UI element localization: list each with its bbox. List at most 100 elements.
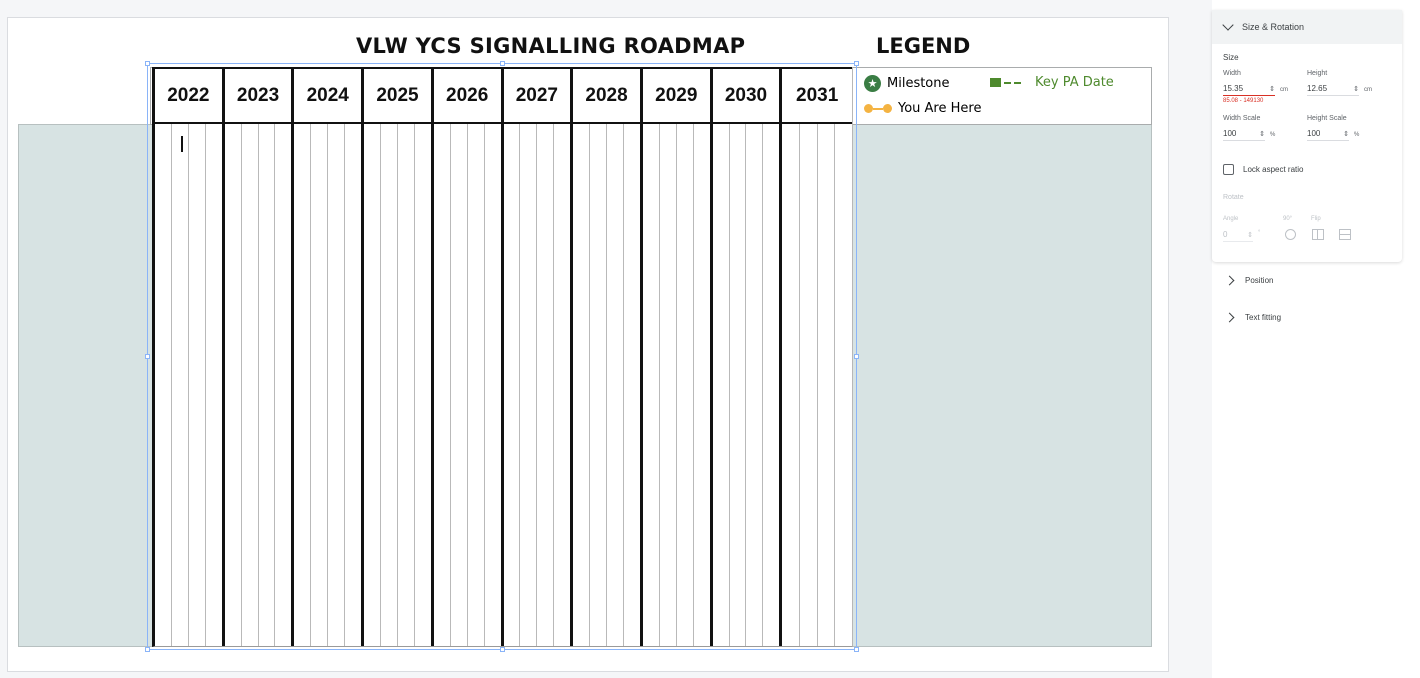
- legend-key-pa-date-label: Key PA Date: [1035, 75, 1114, 90]
- lock-aspect-ratio-checkbox[interactable]: [1223, 164, 1234, 175]
- quarter-cell[interactable]: [660, 124, 677, 646]
- quarter-cell[interactable]: [818, 124, 836, 646]
- year-header-2025[interactable]: 2025: [364, 69, 434, 122]
- height-label: Height: [1307, 70, 1328, 77]
- quarter-cell[interactable]: [694, 124, 710, 646]
- year-column[interactable]: [573, 124, 643, 646]
- chevron-down-icon: [1222, 19, 1234, 31]
- legend-item-milestone: ★ Milestone: [864, 75, 950, 92]
- quarter-cell[interactable]: [677, 124, 694, 646]
- year-header-2027[interactable]: 2027: [504, 69, 574, 122]
- year-header-2030[interactable]: 2030: [713, 69, 783, 122]
- milestone-star-icon: ★: [864, 75, 881, 92]
- year-column[interactable]: [434, 124, 504, 646]
- quarter-cell[interactable]: [485, 124, 501, 646]
- quarter-cell[interactable]: [242, 124, 259, 646]
- quarter-cell[interactable]: [189, 124, 206, 646]
- quarter-cell[interactable]: [345, 124, 361, 646]
- quarter-cell[interactable]: [800, 124, 818, 646]
- quarter-cell[interactable]: [468, 124, 485, 646]
- quarter-cell[interactable]: [573, 124, 591, 646]
- quarter-cell[interactable]: [206, 124, 222, 646]
- width-scale-input[interactable]: 100 ⇕: [1223, 127, 1265, 141]
- size-rotation-section: Size & Rotation Size Width Height 15.35 …: [1212, 10, 1402, 262]
- height-input[interactable]: 12.65 ⇕: [1307, 82, 1359, 96]
- quarter-cell[interactable]: [328, 124, 346, 646]
- size-rotation-header[interactable]: Size & Rotation: [1212, 10, 1402, 44]
- year-column[interactable]: [643, 124, 713, 646]
- flip-horizontal-icon[interactable]: [1312, 229, 1324, 240]
- quarter-cell[interactable]: [713, 124, 730, 646]
- angle-input[interactable]: 0 ⇕: [1223, 228, 1253, 242]
- year-header-2028[interactable]: 2028: [573, 69, 643, 122]
- legend-item-you-are-here: You Are Here: [864, 101, 981, 116]
- quarter-cell[interactable]: [364, 124, 382, 646]
- quarter-cell[interactable]: [730, 124, 747, 646]
- quarter-cell[interactable]: [746, 124, 764, 646]
- page-title: VLW YCS SIGNALLING ROADMAP: [356, 34, 746, 58]
- quarter-cell[interactable]: [643, 124, 660, 646]
- quarter-cell[interactable]: [763, 124, 779, 646]
- width-input[interactable]: 15.35 ⇕: [1223, 82, 1275, 96]
- year-column[interactable]: [713, 124, 783, 646]
- quarter-cell[interactable]: [537, 124, 555, 646]
- width-error-text: 85.08 - 149130: [1223, 98, 1264, 104]
- quarter-cell[interactable]: [554, 124, 570, 646]
- flip-label: Flip: [1311, 216, 1321, 222]
- quarter-cell[interactable]: [607, 124, 624, 646]
- position-section-header[interactable]: Position: [1224, 275, 1273, 286]
- quarter-cell[interactable]: [782, 124, 800, 646]
- year-column[interactable]: [155, 124, 225, 646]
- year-column[interactable]: [504, 124, 574, 646]
- height-scale-input[interactable]: 100 ⇕: [1307, 127, 1349, 141]
- width-spinner-icon[interactable]: ⇕: [1269, 85, 1275, 93]
- quarter-cell[interactable]: [225, 124, 242, 646]
- year-header-2026[interactable]: 2026: [434, 69, 504, 122]
- quarter-cell[interactable]: [381, 124, 398, 646]
- year-header-2022[interactable]: 2022: [155, 69, 225, 122]
- quarter-cell[interactable]: [398, 124, 415, 646]
- format-options-panel: Size & Rotation Size Width Height 15.35 …: [1212, 10, 1402, 678]
- quarter-cell[interactable]: [294, 124, 312, 646]
- text-fitting-label: Text fitting: [1245, 313, 1282, 322]
- rotate-90-icon[interactable]: [1285, 229, 1296, 240]
- height-value: 12.65: [1307, 84, 1328, 93]
- year-column[interactable]: [364, 124, 434, 646]
- height-scale-spinner-icon[interactable]: ⇕: [1343, 130, 1349, 138]
- height-spinner-icon[interactable]: ⇕: [1353, 85, 1359, 93]
- year-column[interactable]: [294, 124, 365, 646]
- chevron-right-icon: [1224, 312, 1235, 323]
- angle-unit: °: [1258, 230, 1261, 236]
- flip-vertical-icon[interactable]: [1339, 229, 1351, 240]
- quarter-columns: [155, 124, 852, 646]
- quarter-cell[interactable]: [624, 124, 640, 646]
- quarter-cell[interactable]: [451, 124, 468, 646]
- year-column[interactable]: [225, 124, 295, 646]
- quarter-cell[interactable]: [520, 124, 538, 646]
- chevron-right-icon: [1224, 275, 1235, 286]
- quarter-cell[interactable]: [504, 124, 521, 646]
- quarter-cell[interactable]: [259, 124, 276, 646]
- quarter-cell[interactable]: [415, 124, 431, 646]
- quarter-cell[interactable]: [275, 124, 291, 646]
- key-pa-date-icon: [990, 78, 1021, 87]
- year-column[interactable]: [782, 124, 852, 646]
- quarter-cell[interactable]: [835, 124, 852, 646]
- year-header-2023[interactable]: 2023: [225, 69, 295, 122]
- angle-spinner-icon[interactable]: ⇕: [1247, 231, 1253, 239]
- quarter-cell[interactable]: [155, 124, 172, 646]
- year-header-2031[interactable]: 2031: [782, 69, 852, 122]
- lock-aspect-ratio-label: Lock aspect ratio: [1243, 165, 1304, 174]
- width-scale-spinner-icon[interactable]: ⇕: [1259, 130, 1265, 138]
- roadmap-table[interactable]: 2022 2023 2024 2025 2026 2027 2028 2029 …: [152, 67, 853, 647]
- quarter-cell[interactable]: [172, 124, 189, 646]
- quarter-cell[interactable]: [311, 124, 329, 646]
- height-scale-value: 100: [1307, 129, 1321, 138]
- year-header-2024[interactable]: 2024: [294, 69, 365, 122]
- year-header-2029[interactable]: 2029: [643, 69, 713, 122]
- legend-milestone-label: Milestone: [887, 76, 950, 91]
- quarter-cell[interactable]: [590, 124, 608, 646]
- text-fitting-section-header[interactable]: Text fitting: [1224, 312, 1282, 323]
- width-label: Width: [1223, 70, 1241, 77]
- quarter-cell[interactable]: [434, 124, 451, 646]
